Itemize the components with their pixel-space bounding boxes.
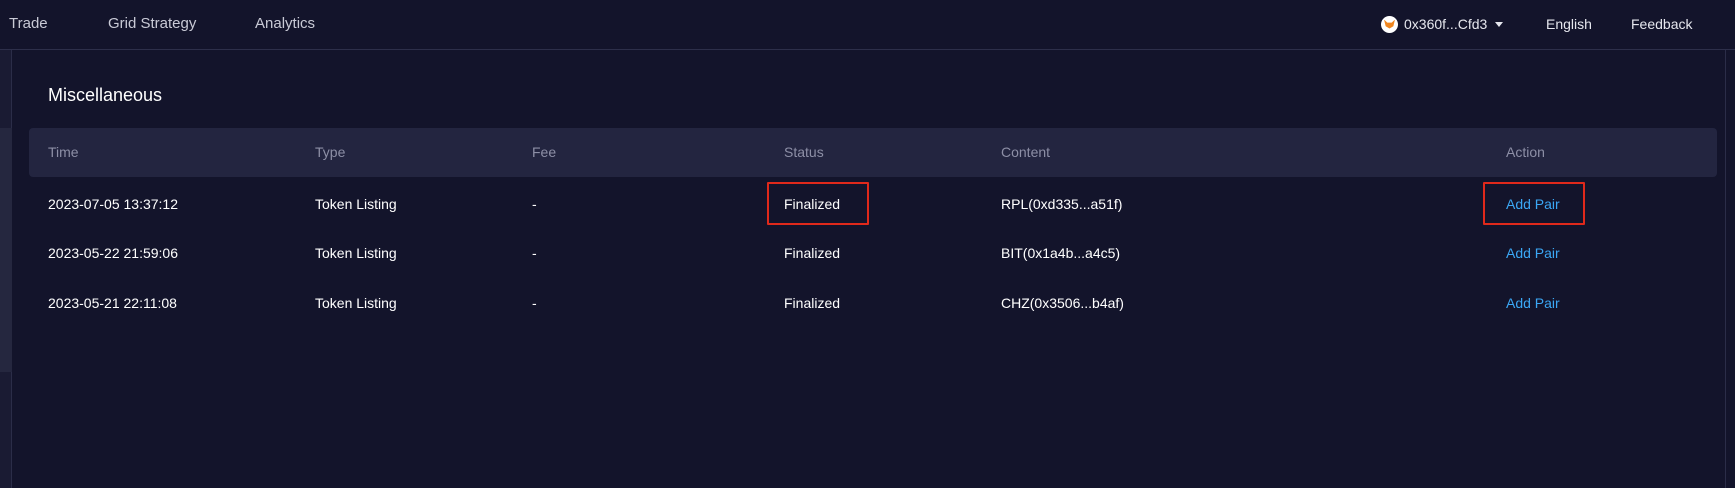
language-selector[interactable]: English	[1546, 16, 1592, 32]
header-content: Content	[1001, 144, 1051, 160]
nav-analytics[interactable]: Analytics	[255, 15, 315, 32]
cell-status: Finalized	[784, 295, 841, 311]
wallet-address: 0x360f...Cfd3	[1404, 16, 1488, 32]
nav-feedback[interactable]: Feedback	[1631, 16, 1692, 32]
cell-time: 2023-05-22 21:59:06	[48, 245, 178, 261]
metamask-fox-icon	[1381, 15, 1398, 33]
header-status: Status	[784, 144, 824, 160]
header-time: Time	[48, 144, 79, 160]
cell-content: RPL(0xd335...a51f)	[1001, 196, 1123, 212]
cell-fee: -	[532, 245, 537, 261]
top-nav-bar: Trade Grid Strategy Analytics 0x360f...C…	[0, 0, 1735, 50]
header-action: Action	[1506, 144, 1545, 160]
wallet-dropdown[interactable]: 0x360f...Cfd3	[1381, 13, 1504, 35]
table-header: Time Type Fee Status Content Action	[29, 128, 1717, 177]
status-highlight-box	[767, 182, 869, 225]
cell-content: CHZ(0x3506...b4af)	[1001, 295, 1124, 311]
cell-time: 2023-07-05 13:37:12	[48, 196, 178, 212]
table-row: 2023-05-21 22:11:08 Token Listing - Fina…	[29, 279, 1717, 329]
header-type: Type	[315, 144, 346, 160]
cell-fee: -	[532, 196, 537, 212]
cell-content: BIT(0x1a4b...a4c5)	[1001, 245, 1121, 261]
section-title: Miscellaneous	[48, 85, 163, 105]
left-sidebar-panel	[0, 128, 12, 372]
cell-status: Finalized	[784, 245, 841, 261]
nav-grid-strategy[interactable]: Grid Strategy	[108, 15, 196, 32]
cell-time: 2023-05-21 22:11:08	[48, 295, 177, 311]
scrollbar-track[interactable]	[1725, 50, 1735, 488]
add-pair-link[interactable]: Add Pair	[1506, 245, 1560, 261]
cell-type: Token Listing	[315, 295, 397, 311]
table-row: 2023-05-22 21:59:06 Token Listing - Fina…	[29, 229, 1717, 279]
table-row: 2023-07-05 13:37:12 Token Listing - Fina…	[29, 180, 1717, 230]
chevron-down-icon	[1495, 21, 1504, 27]
cell-type: Token Listing	[315, 196, 397, 212]
cell-fee: -	[532, 295, 537, 311]
cell-type: Token Listing	[315, 245, 397, 261]
header-fee: Fee	[532, 144, 557, 160]
action-highlight-box	[1483, 182, 1585, 225]
nav-trade[interactable]: Trade	[9, 15, 48, 32]
add-pair-link[interactable]: Add Pair	[1506, 295, 1560, 311]
